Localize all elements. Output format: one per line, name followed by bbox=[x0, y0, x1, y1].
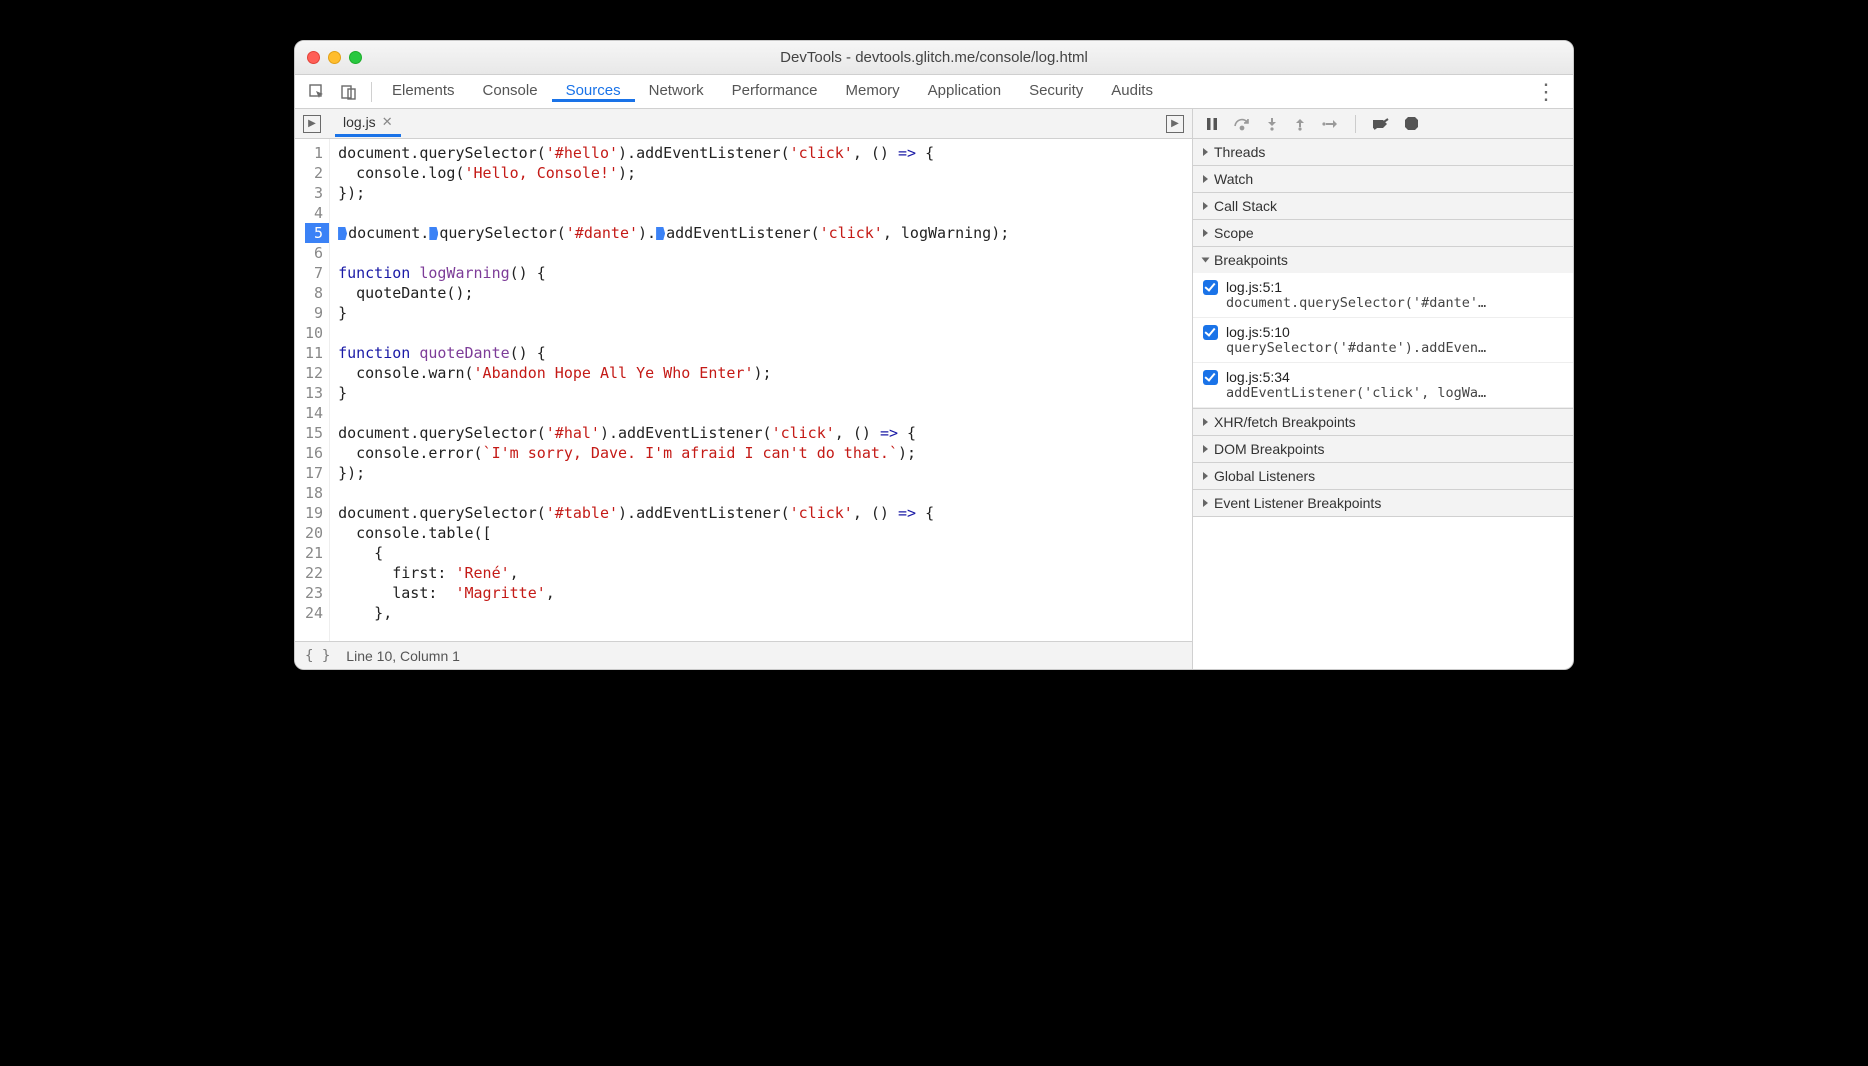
pause-on-exceptions-icon[interactable] bbox=[1404, 116, 1419, 131]
event-listener-breakpoints-section[interactable]: Event Listener Breakpoints bbox=[1193, 490, 1573, 516]
step-out-icon[interactable] bbox=[1293, 117, 1307, 131]
step-over-icon[interactable] bbox=[1233, 117, 1251, 131]
scope-section[interactable]: Scope bbox=[1193, 220, 1573, 246]
status-bar: { } Line 10, Column 1 bbox=[295, 641, 1192, 669]
devtools-window: DevTools - devtools.glitch.me/console/lo… bbox=[294, 40, 1574, 670]
sources-toolbar: ▶ log.js ✕ ▶ bbox=[295, 109, 1192, 139]
breakpoint-label: log.js:5:10 bbox=[1226, 324, 1290, 340]
tab-security[interactable]: Security bbox=[1015, 82, 1097, 99]
file-tab[interactable]: log.js ✕ bbox=[335, 110, 401, 137]
navigator-toggle-icon[interactable]: ▶ bbox=[303, 115, 321, 133]
file-tab-label: log.js bbox=[343, 114, 376, 130]
cursor-position: Line 10, Column 1 bbox=[346, 648, 460, 664]
tab-application[interactable]: Application bbox=[914, 82, 1015, 99]
debugger-toggle-icon[interactable]: ▶ bbox=[1166, 115, 1184, 133]
tab-console[interactable]: Console bbox=[469, 82, 552, 99]
tab-audits[interactable]: Audits bbox=[1097, 82, 1167, 99]
breakpoint-snippet: querySelector('#dante').addEven… bbox=[1226, 340, 1563, 356]
close-file-icon[interactable]: ✕ bbox=[382, 114, 393, 130]
xhr-breakpoints-section[interactable]: XHR/fetch Breakpoints bbox=[1193, 409, 1573, 435]
inspect-icon[interactable] bbox=[307, 82, 327, 102]
tab-sources[interactable]: Sources bbox=[552, 82, 635, 102]
deactivate-breakpoints-icon[interactable] bbox=[1372, 117, 1390, 131]
breakpoint-checkbox[interactable] bbox=[1203, 370, 1218, 385]
breakpoint-checkbox[interactable] bbox=[1203, 280, 1218, 295]
tab-network[interactable]: Network bbox=[635, 82, 718, 99]
panel-tabs: ElementsConsoleSourcesNetworkPerformance… bbox=[295, 75, 1573, 109]
breakpoint-snippet: addEventListener('click', logWa… bbox=[1226, 385, 1563, 401]
tab-memory[interactable]: Memory bbox=[832, 82, 914, 99]
more-menu-icon[interactable]: ⋮ bbox=[1525, 79, 1567, 105]
breakpoint-item[interactable]: log.js:5:10querySelector('#dante').addEv… bbox=[1193, 318, 1573, 363]
dom-breakpoints-section[interactable]: DOM Breakpoints bbox=[1193, 436, 1573, 462]
callstack-section[interactable]: Call Stack bbox=[1193, 193, 1573, 219]
window-title: DevTools - devtools.glitch.me/console/lo… bbox=[295, 49, 1573, 66]
breakpoint-checkbox[interactable] bbox=[1203, 325, 1218, 340]
breakpoints-section[interactable]: Breakpoints bbox=[1193, 247, 1573, 273]
tab-elements[interactable]: Elements bbox=[378, 82, 469, 99]
pretty-print-icon[interactable]: { } bbox=[305, 648, 330, 664]
breakpoint-item[interactable]: log.js:5:1document.querySelector('#dante… bbox=[1193, 273, 1573, 318]
threads-section[interactable]: Threads bbox=[1193, 139, 1573, 165]
breakpoint-snippet: document.querySelector('#dante'… bbox=[1226, 295, 1563, 311]
titlebar: DevTools - devtools.glitch.me/console/lo… bbox=[295, 41, 1573, 75]
step-into-icon[interactable] bbox=[1265, 117, 1279, 131]
pause-icon[interactable] bbox=[1205, 117, 1219, 131]
tab-performance[interactable]: Performance bbox=[718, 82, 832, 99]
watch-section[interactable]: Watch bbox=[1193, 166, 1573, 192]
debugger-panel: Threads Watch Call Stack Scope Breakpoin… bbox=[1193, 109, 1573, 669]
device-toggle-icon[interactable] bbox=[339, 82, 359, 102]
step-icon[interactable] bbox=[1321, 117, 1339, 131]
breakpoint-label: log.js:5:1 bbox=[1226, 279, 1282, 295]
code-editor[interactable]: 123456789101112131415161718192021222324 … bbox=[295, 139, 1192, 641]
breakpoint-label: log.js:5:34 bbox=[1226, 369, 1290, 385]
global-listeners-section[interactable]: Global Listeners bbox=[1193, 463, 1573, 489]
breakpoint-item[interactable]: log.js:5:34addEventListener('click', log… bbox=[1193, 363, 1573, 408]
